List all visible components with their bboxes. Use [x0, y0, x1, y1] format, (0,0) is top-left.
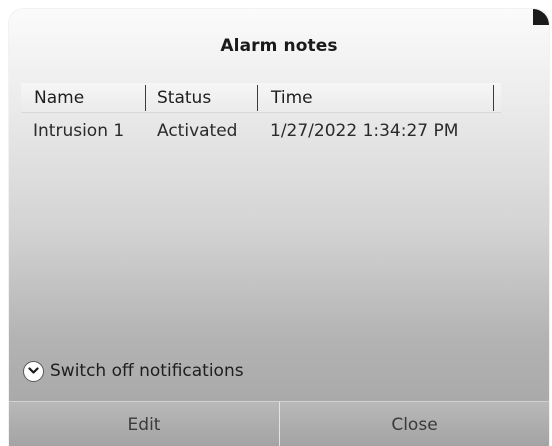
chevron-down-icon: [23, 360, 44, 382]
edit-button[interactable]: Edit: [9, 402, 280, 446]
table-header: Name Status Time: [21, 83, 501, 113]
table-row[interactable]: Intrusion 1 Activated 1/27/2022 1:34:27 …: [21, 113, 501, 147]
alarm-table: Name Status Time Intrusion 1 Activated 1…: [21, 83, 501, 147]
cell-name: Intrusion 1: [33, 121, 125, 141]
switch-off-notifications-toggle[interactable]: Switch off notifications: [23, 359, 244, 383]
close-button[interactable]: Close: [280, 402, 549, 446]
column-header-name[interactable]: Name: [34, 88, 84, 108]
column-header-status[interactable]: Status: [157, 88, 211, 108]
button-bar: Edit Close: [9, 401, 549, 446]
switch-off-notifications-label: Switch off notifications: [50, 361, 244, 381]
column-resize-handle[interactable]: [145, 85, 146, 111]
column-header-time[interactable]: Time: [271, 88, 313, 108]
column-resize-handle[interactable]: [257, 85, 258, 111]
column-resize-handle[interactable]: [493, 85, 494, 111]
alarm-notes-dialog: Alarm notes Name Status Time Intrusion 1…: [9, 9, 549, 446]
window-corner: [533, 9, 549, 25]
dialog-title: Alarm notes: [220, 36, 338, 56]
cell-status: Activated: [157, 121, 238, 141]
cell-time: 1/27/2022 1:34:27 PM: [270, 121, 459, 141]
